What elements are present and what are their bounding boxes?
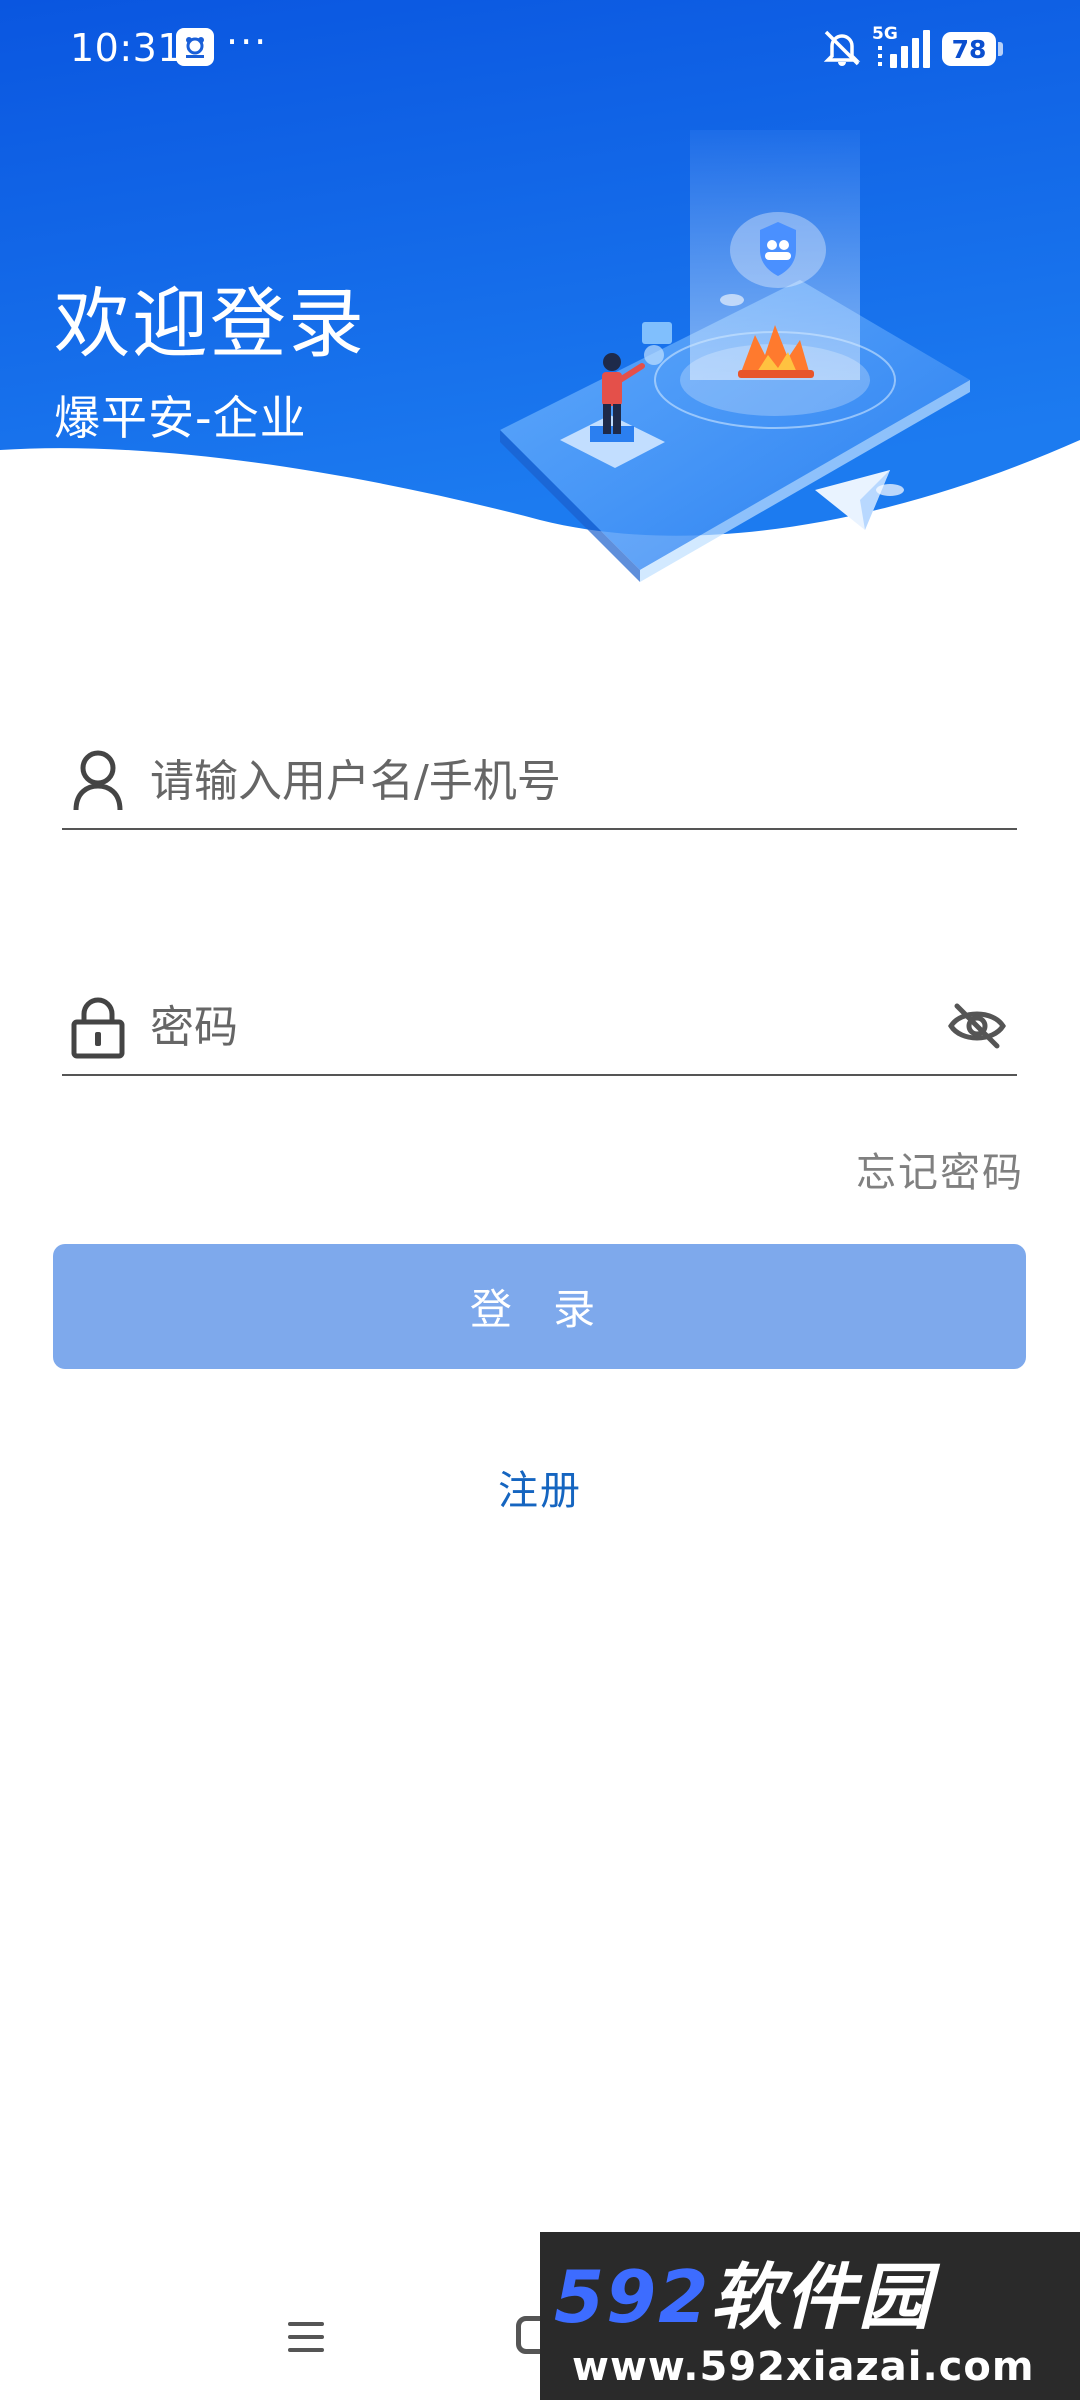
- register-link[interactable]: 注册: [0, 1458, 1080, 1516]
- login-button[interactable]: 登 录: [53, 1244, 1026, 1369]
- battery-tip: [998, 42, 1003, 56]
- app-subtitle: 爆平安-企业: [54, 391, 307, 445]
- watermark-logo: 592软件园: [554, 2238, 932, 2343]
- login-screen: 10:31 ··· 5G 78 欢迎登录 爆平安-企业 请输入用户名/手机号 忘…: [0, 0, 1080, 2400]
- header-illustration: [500, 130, 970, 582]
- battery-icon: 78: [942, 32, 996, 66]
- watermark-badge: 592软件园 www.592xiazai.com: [540, 2232, 1080, 2400]
- password-field: [62, 982, 1017, 1076]
- status-bar: 10:31 ··· 5G 78: [0, 0, 1080, 100]
- lock-icon: [70, 994, 126, 1064]
- mute-icon: [820, 26, 864, 74]
- watermark-url: www.592xiazai.com: [572, 2344, 1035, 2390]
- username-field: [62, 736, 1017, 830]
- welcome-title: 欢迎登录: [54, 279, 366, 368]
- watermark-brand: 软件园: [710, 2255, 933, 2339]
- menu-icon[interactable]: [286, 2318, 326, 2360]
- status-more-dots: ···: [226, 20, 269, 64]
- password-input[interactable]: [150, 982, 930, 1072]
- eye-off-icon[interactable]: [947, 1000, 1007, 1056]
- signal-icon: [878, 28, 934, 72]
- username-input[interactable]: [150, 736, 930, 826]
- watermark-number: 592: [554, 2255, 711, 2339]
- forgot-password-link[interactable]: 忘记密码: [856, 1140, 1024, 1198]
- status-time: 10:31: [70, 26, 183, 70]
- user-icon: [70, 748, 126, 818]
- app-notification-icon: [176, 28, 214, 66]
- header-banner: 10:31 ··· 5G 78 欢迎登录 爆平安-企业: [0, 0, 1080, 620]
